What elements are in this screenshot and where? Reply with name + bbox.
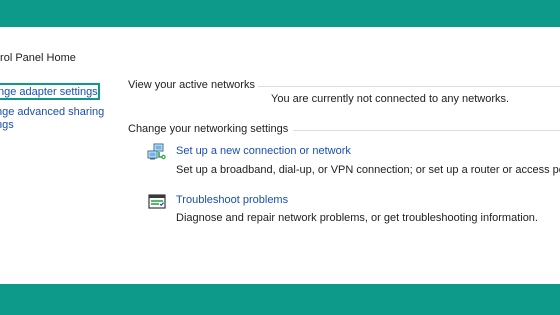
change-advanced-sharing-settings-link[interactable]: nge advanced sharing ngs [0,106,104,132]
troubleshoot-icon [148,194,166,209]
change-settings-divider [293,130,560,131]
setup-new-connection-link[interactable]: Set up a new connection or network [176,145,351,157]
active-networks-divider [258,86,560,87]
active-networks-heading: View your active networks [128,79,255,91]
bottom-teal-band [0,284,560,315]
connection-status-text: You are currently not connected to any n… [271,93,510,105]
control-panel-home-link[interactable]: trol Panel Home [0,52,76,64]
top-teal-band [0,0,560,27]
troubleshoot-problems-link[interactable]: Troubleshoot problems [176,194,288,206]
network-sharing-center-panel: trol Panel Home nge adapter settings nge… [0,27,560,284]
setup-new-connection-description: Set up a broadband, dial-up, or VPN conn… [176,164,560,176]
advanced-sharing-label-line2: ngs [0,119,14,131]
change-adapter-settings-label: nge adapter settings [0,86,98,98]
troubleshoot-problems-description: Diagnose and repair network problems, or… [176,212,538,224]
change-settings-heading: Change your networking settings [128,123,289,135]
network-connection-icon [147,143,166,160]
change-adapter-settings-link[interactable]: nge adapter settings [0,83,100,100]
advanced-sharing-label-line1: nge advanced sharing [0,106,105,118]
